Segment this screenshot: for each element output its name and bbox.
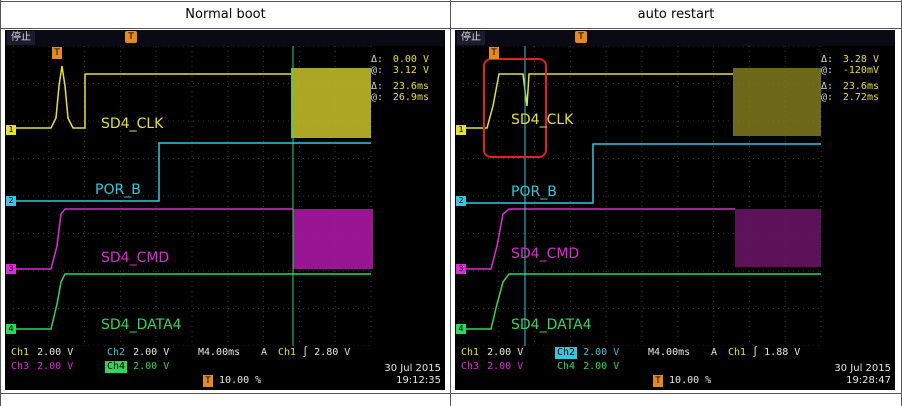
- ch3-cmd-noise: [735, 209, 821, 267]
- ch1-clock-burst: [291, 68, 371, 138]
- ch3-waveform: [463, 208, 735, 270]
- table-border-left: [0, 0, 1, 406]
- trigger-marker-icon: T: [489, 47, 499, 59]
- at-t-label: @:: [821, 92, 834, 103]
- table-border-top: [0, 1, 902, 2]
- cursor-measurements: Δ: 3.28 V @: -120mV Δ: 23.6ms @: 2.72ms: [821, 54, 879, 103]
- ch4-ground-marker-icon: 4: [6, 324, 16, 334]
- oscilloscope-screen-normal-boot: 停止 T T 1 2 3 4 Δ: 0.00 V @: 3.12 V Δ: 23.6m…: [5, 30, 445, 390]
- signal-label-por-b: POR_B: [95, 182, 141, 198]
- ch4-scale-readout: Ch4 2.00 V: [557, 361, 620, 372]
- trigger-readout: Ch1 ∫ 2.80 V: [278, 347, 351, 358]
- at-v-label: @:: [371, 65, 384, 76]
- ch1-scale-readout: Ch1 2.00 V: [11, 347, 74, 358]
- trigger-marker-icon: T: [52, 47, 62, 59]
- ch3-cmd-burst: [293, 209, 373, 269]
- ch3-scale-readout: Ch3 2.00 V: [461, 361, 524, 372]
- ch2-scale-readout: Ch2 2.00 V: [107, 347, 170, 358]
- trigger-position-readout: T 10.00 %: [653, 375, 711, 387]
- trigger-position-icon: T: [203, 375, 213, 387]
- table-header-divider: [0, 28, 902, 29]
- table-column-divider: [450, 0, 451, 406]
- delta-t-value: 23.6ms: [842, 81, 879, 92]
- ch1-clock-noise: [733, 68, 821, 136]
- ch3-ground-marker-icon: 3: [456, 264, 466, 274]
- trigger-position-icon: T: [653, 375, 663, 387]
- timebase-readout: M4.00ms: [198, 347, 241, 358]
- delta-t-value: 23.6ms: [392, 81, 429, 92]
- waveform-display: [13, 46, 373, 346]
- delta-v-value: 0.00 V: [392, 54, 429, 65]
- acquire-mode: A: [261, 347, 268, 358]
- signal-label-sd4-cmd: SD4_CMD: [511, 246, 580, 262]
- ch4-ground-marker-icon: 4: [456, 324, 466, 334]
- signal-label-sd4-data4: SD4_DATA4: [511, 317, 592, 333]
- delta-v-label: Δ:: [371, 54, 384, 65]
- scope-top-bar: 停止 T: [5, 30, 445, 46]
- panel-title-normal-boot: Normal boot: [185, 7, 266, 22]
- ch1-ground-marker-icon: 1: [6, 125, 16, 135]
- timestamp: 30 Jul 2015 19:28:47: [834, 363, 891, 386]
- trigger-position-readout: T 10.00 %: [203, 375, 261, 387]
- acquisition-status: 停止: [7, 31, 35, 45]
- acquire-mode: A: [711, 347, 718, 358]
- timebase-readout: M4.00ms: [648, 347, 691, 358]
- trigger-position-icon: T: [125, 31, 137, 43]
- delta-t-label: Δ:: [821, 81, 834, 92]
- comparison-table: Normal boot auto restart 停止 T T 1 2 3 4 …: [0, 0, 902, 406]
- at-v-value: -120mV: [842, 65, 879, 76]
- signal-label-sd4-clk: SD4_CLK: [101, 116, 164, 132]
- scope-status-bar: Ch1 2.00 V Ch2 2.00 V M4.00ms A Ch1 ∫ 1.…: [455, 346, 895, 390]
- signal-label-sd4-clk: SD4_CLK: [511, 112, 574, 128]
- signal-label-por-b: POR_B: [511, 184, 557, 200]
- trigger-readout: Ch1 ∫ 1.88 V: [728, 347, 801, 358]
- oscilloscope-screen-auto-restart: 停止 T T 1 2 3 4 Δ: 3.28 V @: -120mV Δ: 23.6m…: [455, 30, 895, 390]
- acquisition-status: 停止: [457, 31, 485, 45]
- delta-t-label: Δ:: [371, 81, 384, 92]
- at-t-value: 2.72ms: [842, 92, 879, 103]
- ch3-scale-readout: Ch3 2.00 V: [11, 361, 74, 372]
- at-v-label: @:: [821, 65, 834, 76]
- ch4-scale-readout: Ch4 2.00 V: [105, 361, 170, 373]
- at-t-value: 26.9ms: [392, 92, 429, 103]
- signal-label-sd4-cmd: SD4_CMD: [101, 250, 170, 266]
- trigger-position-icon: T: [575, 31, 587, 43]
- delta-v-label: Δ:: [821, 54, 834, 65]
- signal-label-sd4-data4: SD4_DATA4: [101, 317, 182, 333]
- ch2-ground-marker-icon: 2: [6, 196, 16, 206]
- ch1-ground-marker-icon: 1: [456, 125, 466, 135]
- timestamp: 30 Jul 2015 19:12:35: [384, 363, 441, 386]
- scope-top-bar: 停止 T: [455, 30, 895, 46]
- scope-status-bar: Ch1 2.00 V Ch2 2.00 V M4.00ms A Ch1 ∫ 2.…: [5, 346, 445, 390]
- ch1-scale-readout: Ch1 2.00 V: [461, 347, 524, 358]
- table-border-bottom: [0, 393, 902, 394]
- ch3-ground-marker-icon: 3: [6, 264, 16, 274]
- at-t-label: @:: [371, 92, 384, 103]
- at-v-value: 3.12 V: [392, 65, 429, 76]
- cursor-measurements: Δ: 0.00 V @: 3.12 V Δ: 23.6ms @: 26.9ms: [371, 54, 429, 103]
- ch2-scale-readout: Ch2 2.00 V: [555, 347, 620, 359]
- ch2-ground-marker-icon: 2: [456, 196, 466, 206]
- panel-title-auto-restart: auto restart: [637, 7, 715, 22]
- highlight-circle: [483, 58, 547, 158]
- delta-v-value: 3.28 V: [842, 54, 879, 65]
